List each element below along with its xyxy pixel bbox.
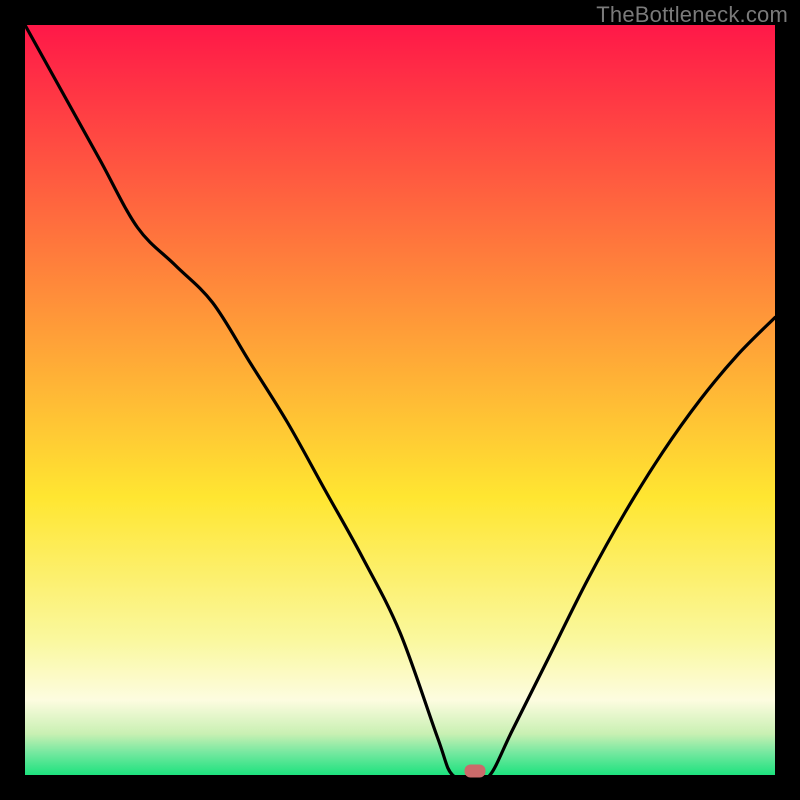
optimal-point-marker xyxy=(465,765,486,778)
plot-area xyxy=(25,25,775,775)
chart-frame: TheBottleneck.com xyxy=(0,0,800,800)
bottleneck-curve xyxy=(25,25,775,775)
